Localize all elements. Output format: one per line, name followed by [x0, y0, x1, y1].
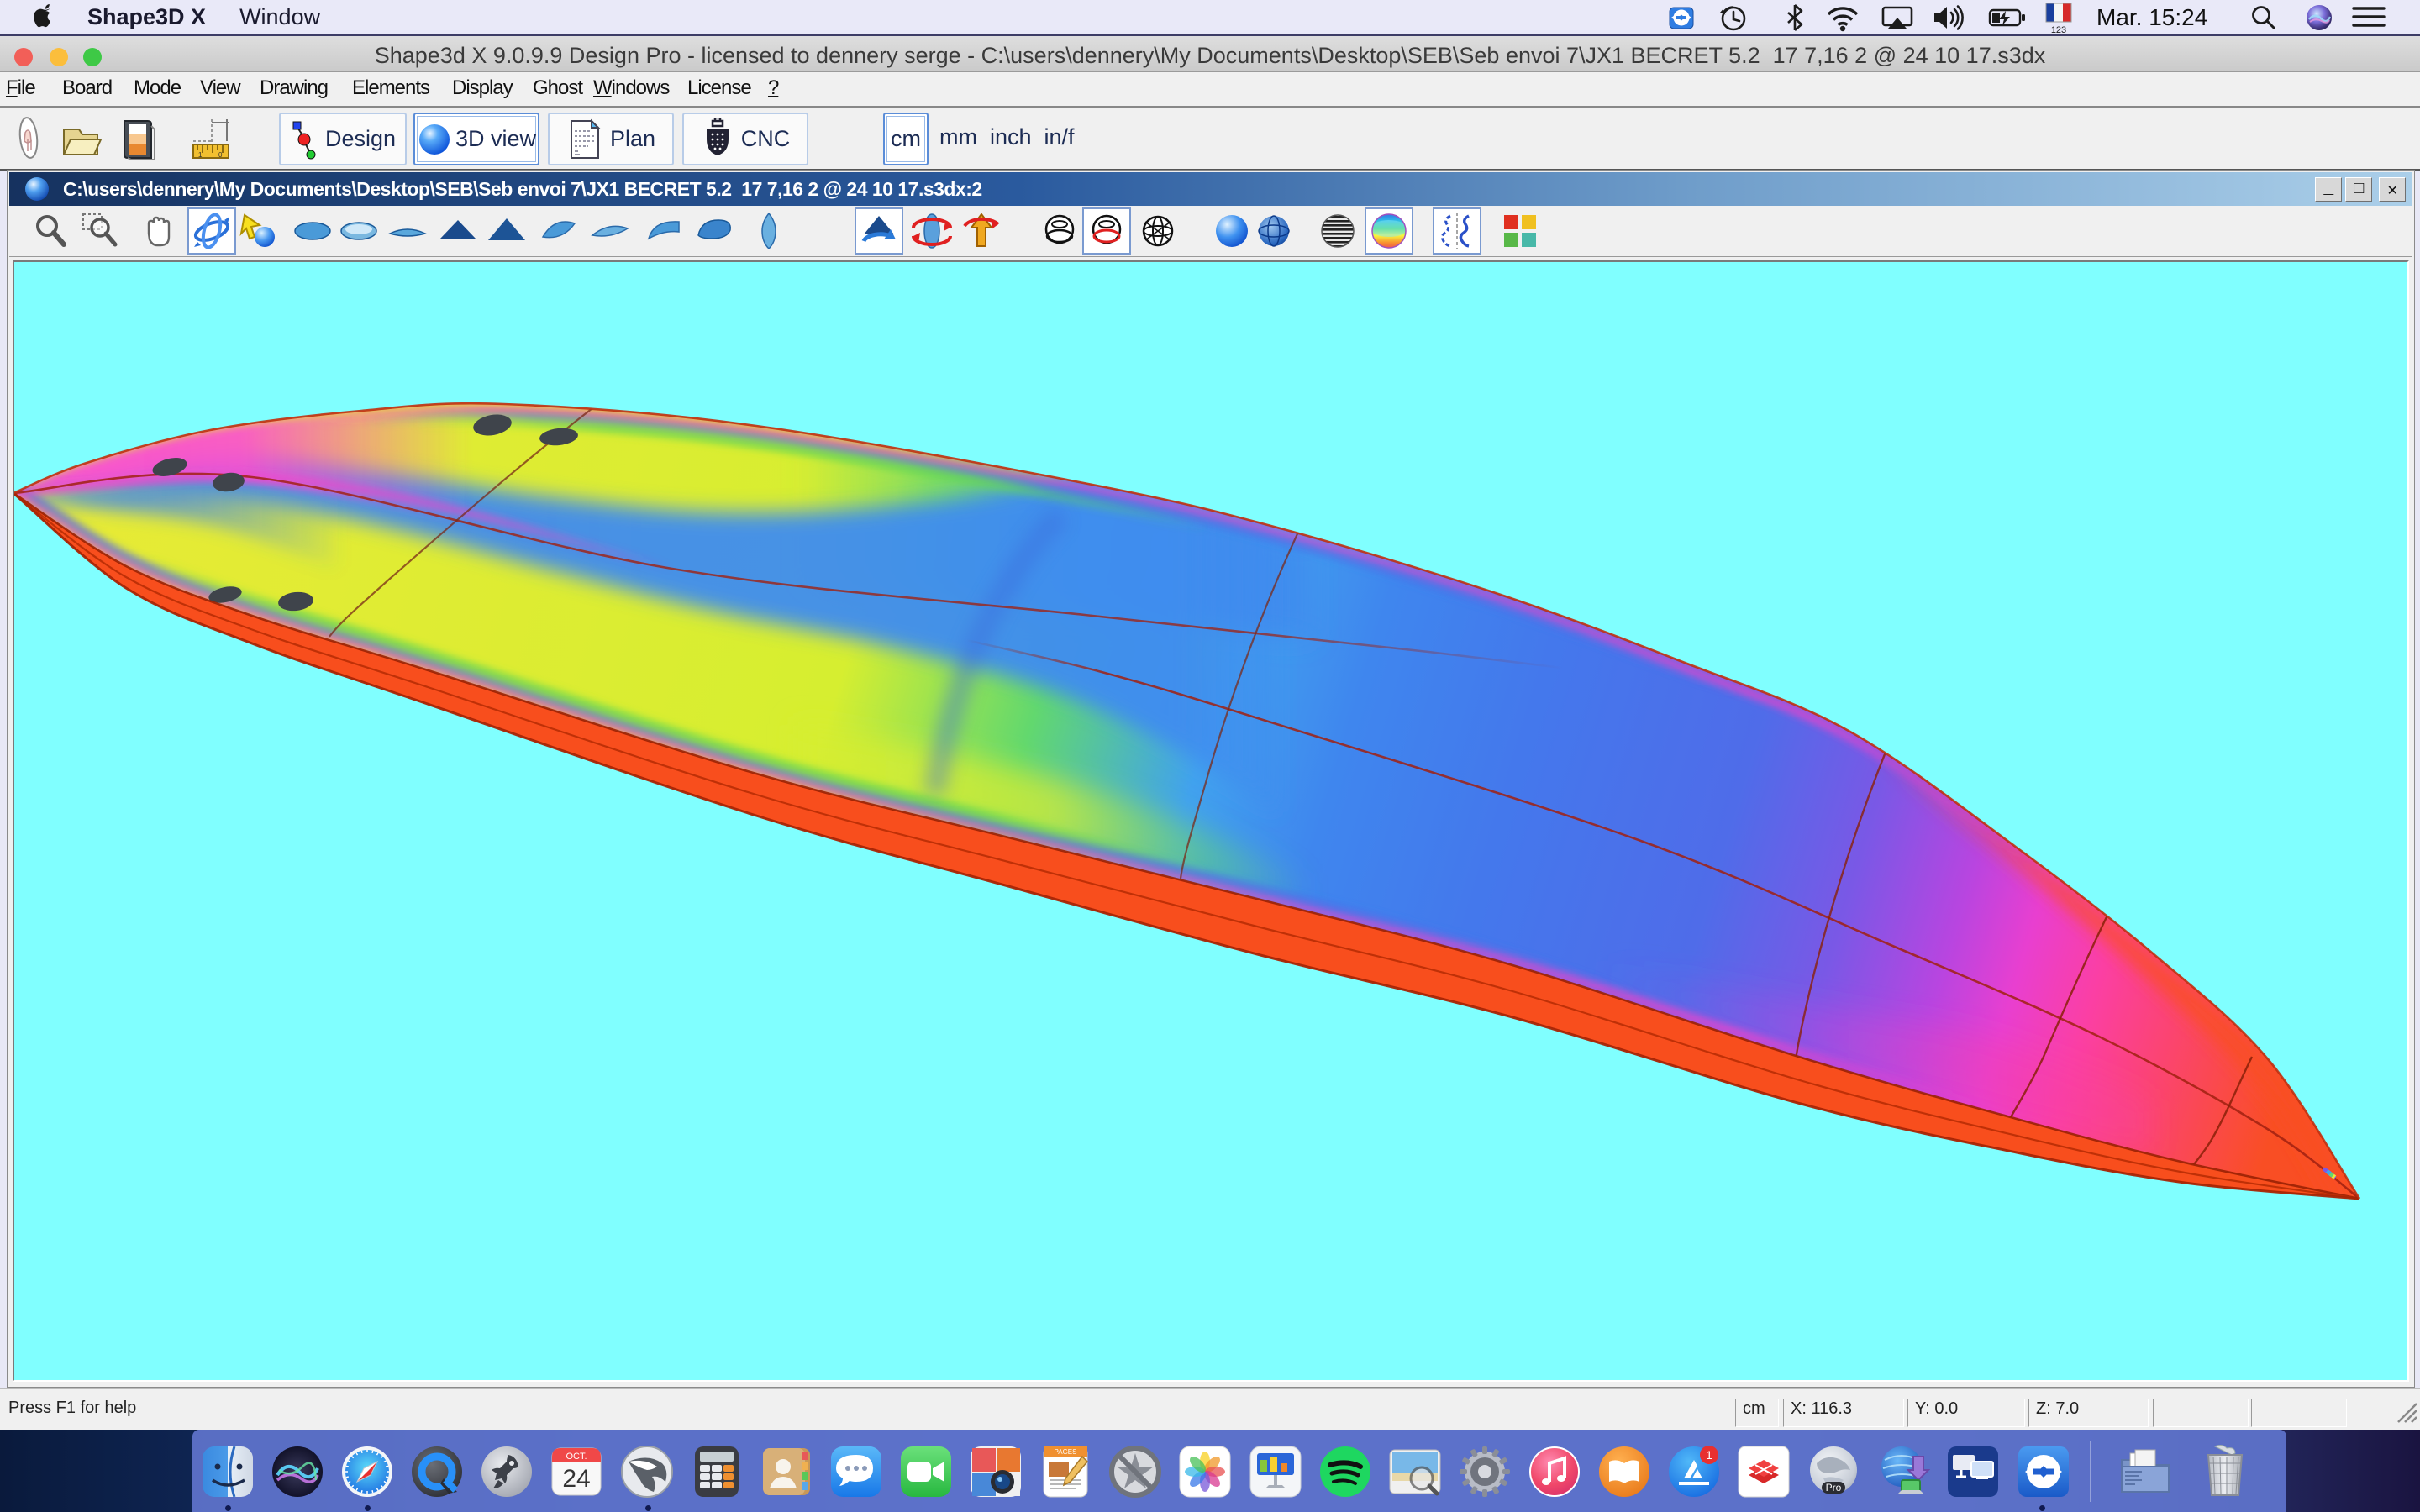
svg-text:123: 123: [2051, 25, 2066, 34]
svg-text:1: 1: [198, 151, 203, 159]
svg-text:24: 24: [562, 1465, 590, 1493]
svg-text:1: 1: [1706, 1448, 1712, 1462]
svg-text:Pro: Pro: [1826, 1482, 1842, 1494]
svg-text:OCT.: OCT.: [566, 1452, 587, 1462]
svg-text:0: 0: [218, 151, 223, 159]
svg-text:PAGES: PAGES: [1055, 1448, 1077, 1456]
